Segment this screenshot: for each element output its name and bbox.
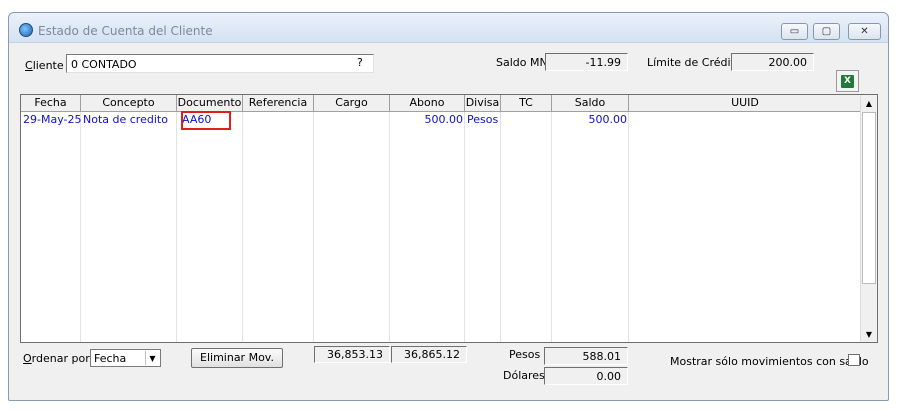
total-abono: 36,865.12	[391, 346, 467, 363]
pesos-label: Pesos	[509, 348, 541, 361]
col-header-concepto[interactable]: Concepto	[81, 95, 177, 112]
cliente-lookup-button[interactable]: ?	[357, 56, 363, 69]
col-header-uuid[interactable]: UUID	[629, 95, 861, 112]
cell-fecha: 29-May-25	[23, 113, 81, 126]
chevron-down-icon[interactable]: ▼	[145, 351, 159, 365]
close-button[interactable]: ✕	[848, 23, 881, 40]
cliente-label: Cliente	[25, 59, 64, 72]
cell-referencia	[243, 113, 314, 128]
saldo-mn-label: Saldo MN	[496, 56, 548, 69]
col-header-tc[interactable]: TC	[501, 95, 552, 112]
limite-credito-label: Límite de Crédito	[647, 56, 742, 69]
app-icon	[19, 23, 33, 37]
scroll-down-icon[interactable]: ▼	[861, 326, 877, 342]
cell-abono: 500.00	[424, 113, 464, 126]
dolares-label: Dólares	[503, 369, 545, 382]
close-icon: ✕	[860, 26, 869, 37]
cell-concepto: Nota de credito	[83, 113, 168, 126]
col-header-documento[interactable]: Documento	[177, 95, 243, 112]
pesos-value: 588.01	[544, 347, 628, 365]
mostrar-saldo-checkbox[interactable]	[848, 354, 860, 366]
grid-header: Fecha Concepto Documento Referencia Carg…	[21, 95, 861, 112]
cell-tc	[501, 113, 552, 128]
col-header-referencia[interactable]: Referencia	[243, 95, 314, 112]
minimize-icon: ▭	[789, 26, 800, 37]
grid-vertical-scrollbar[interactable]: ▲ ▼	[860, 95, 877, 342]
maximize-button[interactable]: ▢	[813, 23, 840, 40]
cell-cargo	[314, 113, 390, 128]
excel-icon: X	[841, 74, 854, 88]
cell-uuid	[629, 113, 861, 128]
scroll-up-icon[interactable]: ▲	[861, 95, 877, 111]
cell-saldo: 500.00	[588, 113, 628, 126]
window-title: Estado de Cuenta del Cliente	[38, 24, 213, 38]
table-row[interactable]: 29-May-25 Nota de credito AA60 500.00 Pe…	[21, 113, 861, 128]
eliminar-mov-button[interactable]: Eliminar Mov.	[191, 348, 283, 368]
col-header-cargo[interactable]: Cargo	[314, 95, 390, 112]
export-excel-button[interactable]: X	[836, 70, 859, 92]
ordenar-por-select[interactable]: Fecha ▼	[90, 349, 161, 367]
dolares-value: 0.00	[544, 367, 628, 385]
limite-credito-value: 200.00	[731, 53, 814, 71]
col-header-fecha[interactable]: Fecha	[21, 95, 81, 112]
movements-grid[interactable]: Fecha Concepto Documento Referencia Carg…	[20, 94, 878, 343]
total-cargo: 36,853.13	[314, 346, 390, 363]
cell-divisa: Pesos	[467, 113, 499, 126]
ordenar-por-label: Ordenar por	[23, 352, 90, 365]
documento-highlight	[181, 111, 231, 130]
minimize-button[interactable]: ▭	[781, 23, 808, 40]
col-header-saldo[interactable]: Saldo	[552, 95, 629, 112]
col-header-abono[interactable]: Abono	[390, 95, 465, 112]
estado-cuenta-window: Estado de Cuenta del Cliente ▭ ▢ ✕ Clien…	[8, 12, 889, 401]
col-header-divisa[interactable]: Divisa	[465, 95, 501, 112]
maximize-icon: ▢	[821, 26, 832, 37]
grid-column-lines	[21, 112, 861, 342]
saldo-mn-value: -11.99	[545, 53, 628, 71]
ordenar-por-value: Fecha	[94, 352, 127, 365]
cliente-input[interactable]: 0 CONTADO	[66, 54, 374, 73]
mostrar-saldo-label: Mostrar sólo movimientos con saldo	[670, 355, 869, 368]
title-bar: Estado de Cuenta del Cliente ▭ ▢ ✕	[9, 13, 888, 43]
scroll-thumb[interactable]	[862, 112, 876, 284]
